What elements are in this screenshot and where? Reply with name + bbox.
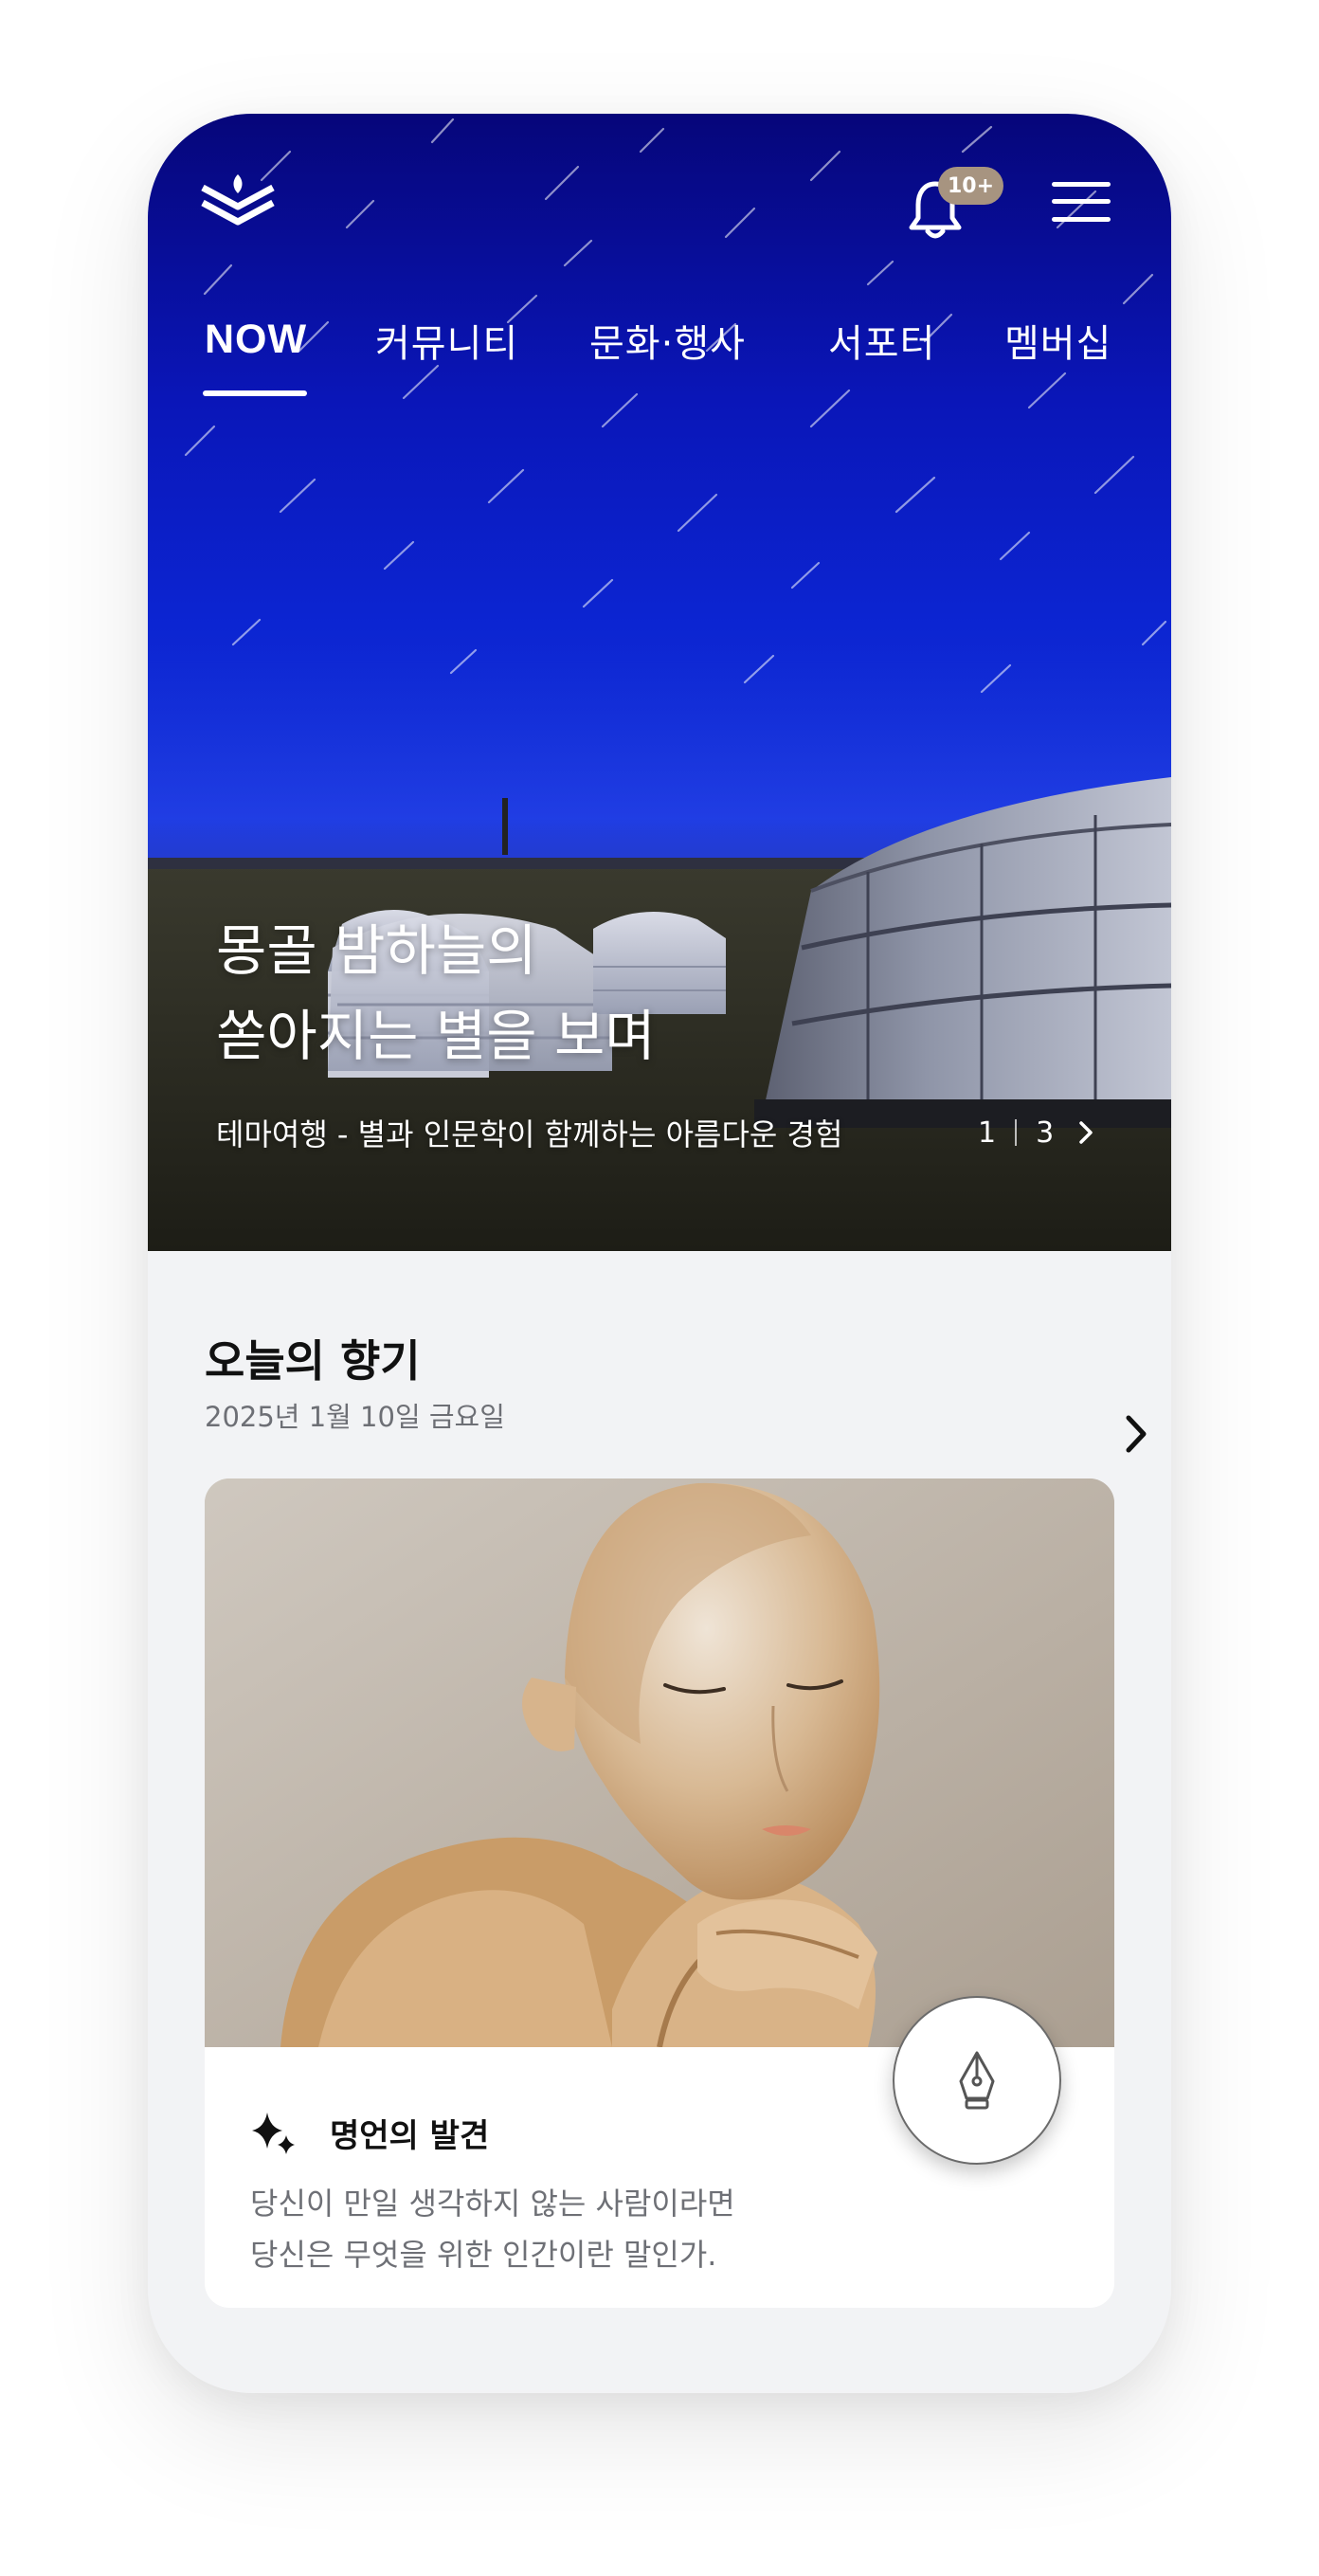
hero-banner[interactable]: 10+ NOW 커뮤니티 문화·행사 서포터 멤버십 몽골 밤하늘의 쏟아지는 … (148, 114, 1171, 1251)
tab-culture-events[interactable]: 문화·행사 (589, 313, 746, 368)
hero-title: 몽골 밤하늘의 쏟아지는 별을 보며 (216, 908, 656, 1079)
pager-current: 1 (978, 1116, 997, 1150)
top-bar: 10+ (148, 114, 1171, 284)
hero-pager: 1 3 (978, 1111, 1095, 1154)
chevron-right-icon[interactable] (1122, 1412, 1150, 1456)
tab-community[interactable]: 커뮤니티 (375, 313, 518, 368)
fountain-pen-icon (959, 2051, 995, 2110)
section-title: 오늘의 향기 (205, 1335, 421, 1387)
quote-line1: 당신이 만일 생각하지 않는 사람이라면 (250, 2186, 735, 2222)
logo-icon[interactable] (201, 171, 275, 227)
section-date: 2025년 1월 10일 금요일 (205, 1401, 505, 1433)
quote-label: 명언의 발견 (330, 2116, 490, 2155)
hero-title-line1: 몽골 밤하늘의 (216, 918, 537, 983)
hero-title-line2: 쏟아지는 별을 보며 (216, 1004, 656, 1068)
tab-supporter[interactable]: 서포터 (828, 313, 935, 368)
sparkle-icon (252, 2113, 295, 2154)
sculpture-image (205, 1478, 1114, 2047)
chevron-right-icon[interactable] (1076, 1120, 1095, 1145)
today-section-header[interactable]: 오늘의 향기 2025년 1월 10일 금요일 (205, 1327, 1147, 1453)
hero-subtitle: 테마여행 - 별과 인문학이 함께하는 아름다운 경험 (216, 1116, 843, 1152)
wooden-figure-illustration (205, 1478, 1114, 2047)
hamburger-menu-icon[interactable] (1052, 180, 1111, 224)
tab-membership[interactable]: 멤버십 (1004, 313, 1111, 368)
app-screen: 10+ NOW 커뮤니티 문화·행사 서포터 멤버십 몽골 밤하늘의 쏟아지는 … (148, 114, 1171, 2393)
quote-line2: 당신은 무엇을 위한 인간이란 말인가. (250, 2237, 717, 2273)
quote-card[interactable]: 명언의 발견 당신이 만일 생각하지 않는 사람이라면 당신은 무엇을 위한 인… (205, 1478, 1114, 2308)
write-button[interactable] (893, 1996, 1061, 2165)
notifications-button[interactable]: 10+ (908, 167, 1012, 252)
main-nav-tabs: NOW 커뮤니티 문화·행사 서포터 멤버십 (148, 313, 1171, 398)
active-tab-indicator (203, 390, 307, 396)
notification-count-badge: 10+ (938, 167, 1004, 205)
pager-total: 3 (1036, 1116, 1055, 1150)
tab-now[interactable]: NOW (205, 317, 307, 363)
pager-divider (1015, 1119, 1018, 1146)
quote-label-row: 명언의 발견 (250, 2109, 489, 2156)
quote-text: 당신이 만일 생각하지 않는 사람이라면 당신은 무엇을 위한 인간이란 말인가… (250, 2178, 735, 2280)
